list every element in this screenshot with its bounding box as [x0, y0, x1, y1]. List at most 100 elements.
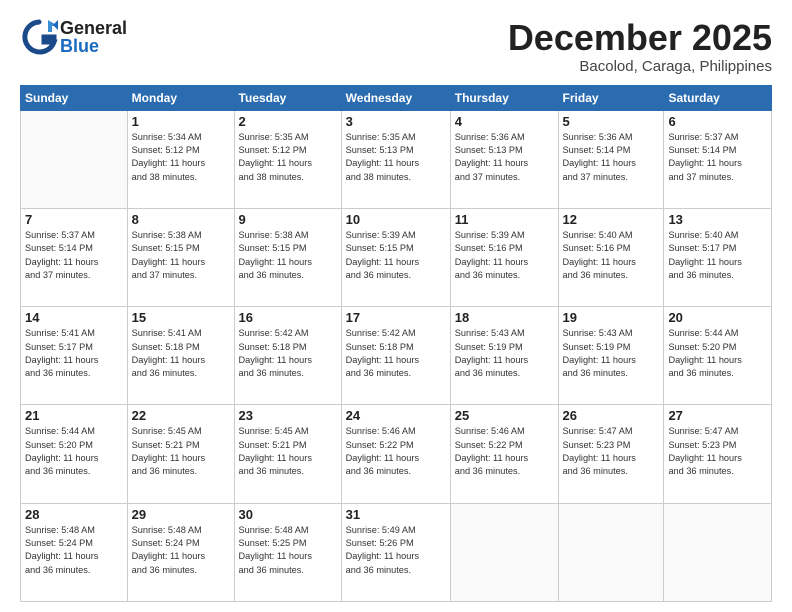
day-number: 27	[668, 408, 767, 423]
day-info: Sunrise: 5:44 AM Sunset: 5:20 PM Dayligh…	[25, 425, 123, 478]
calendar-cell: 20Sunrise: 5:44 AM Sunset: 5:20 PM Dayli…	[664, 307, 772, 405]
day-number: 16	[239, 310, 337, 325]
week-row: 1 Sunrise: 5:34 AM Sunset: 5:12 PM Daylig…	[21, 110, 772, 208]
day-info: Sunrise: 5:43 AM Sunset: 5:19 PM Dayligh…	[563, 327, 660, 380]
weekday-header-row: SundayMondayTuesdayWednesdayThursdayFrid…	[21, 85, 772, 110]
calendar-cell: 21 Sunrise: 5:44 AM Sunset: 5:20 PM Dayli…	[21, 405, 128, 503]
day-info: Sunrise: 5:38 AM Sunset: 5:15 PM Dayligh…	[239, 229, 337, 282]
calendar-cell: 17 Sunrise: 5:42 AM Sunset: 5:18 PM Dayli…	[341, 307, 450, 405]
day-info: Sunrise: 5:49 AM Sunset: 5:26 PM Dayligh…	[346, 524, 446, 577]
location: Bacolod, Caraga, Philippines	[508, 58, 772, 75]
day-info: Sunrise: 5:43 AM Sunset: 5:19 PM Dayligh…	[455, 327, 554, 380]
week-row: 28 Sunrise: 5:48 AM Sunset: 5:24 PM Dayli…	[21, 503, 772, 601]
day-info: Sunrise: 5:45 AM Sunset: 5:21 PM Dayligh…	[132, 425, 230, 478]
calendar-cell: 23 Sunrise: 5:45 AM Sunset: 5:21 PM Dayli…	[234, 405, 341, 503]
day-number: 3	[346, 114, 446, 129]
calendar-cell: 29 Sunrise: 5:48 AM Sunset: 5:24 PM Dayli…	[127, 503, 234, 601]
calendar-cell: 27 Sunrise: 5:47 AM Sunset: 5:23 PM Dayli…	[664, 405, 772, 503]
calendar-cell: 6Sunrise: 5:37 AM Sunset: 5:14 PM Daylig…	[664, 110, 772, 208]
weekday-header: Wednesday	[341, 85, 450, 110]
calendar-cell: 2Sunrise: 5:35 AM Sunset: 5:12 PM Daylig…	[234, 110, 341, 208]
day-number: 11	[455, 212, 554, 227]
day-number: 13	[668, 212, 767, 227]
calendar-cell: 13 Sunrise: 5:40 AM Sunset: 5:17 PM Dayli…	[664, 208, 772, 306]
weekday-header: Friday	[558, 85, 664, 110]
calendar-cell: 11 Sunrise: 5:39 AM Sunset: 5:16 PM Dayli…	[450, 208, 558, 306]
calendar-cell	[21, 110, 128, 208]
day-number: 17	[346, 310, 446, 325]
calendar-cell: 12 Sunrise: 5:40 AM Sunset: 5:16 PM Dayli…	[558, 208, 664, 306]
calendar-cell: 26Sunrise: 5:47 AM Sunset: 5:23 PM Dayli…	[558, 405, 664, 503]
logo: General Blue	[20, 18, 127, 56]
day-info: Sunrise: 5:48 AM Sunset: 5:25 PM Dayligh…	[239, 524, 337, 577]
calendar-cell: 22 Sunrise: 5:45 AM Sunset: 5:21 PM Dayli…	[127, 405, 234, 503]
day-number: 25	[455, 408, 554, 423]
day-number: 1	[132, 114, 230, 129]
title-block: December 2025 Bacolod, Caraga, Philippin…	[508, 18, 772, 75]
calendar-cell: 10 Sunrise: 5:39 AM Sunset: 5:15 PM Dayli…	[341, 208, 450, 306]
calendar-cell: 30 Sunrise: 5:48 AM Sunset: 5:25 PM Dayli…	[234, 503, 341, 601]
day-info: Sunrise: 5:39 AM Sunset: 5:15 PM Dayligh…	[346, 229, 446, 282]
week-row: 14Sunrise: 5:41 AM Sunset: 5:17 PM Dayli…	[21, 307, 772, 405]
weekday-header: Monday	[127, 85, 234, 110]
month-title: December 2025	[508, 18, 772, 58]
calendar-cell: 3 Sunrise: 5:35 AM Sunset: 5:13 PM Daylig…	[341, 110, 450, 208]
calendar-body: 1 Sunrise: 5:34 AM Sunset: 5:12 PM Daylig…	[21, 110, 772, 601]
day-info: Sunrise: 5:38 AM Sunset: 5:15 PM Dayligh…	[132, 229, 230, 282]
day-info: Sunrise: 5:36 AM Sunset: 5:14 PM Dayligh…	[563, 131, 660, 184]
calendar-cell: 31Sunrise: 5:49 AM Sunset: 5:26 PM Dayli…	[341, 503, 450, 601]
day-number: 9	[239, 212, 337, 227]
calendar-cell	[664, 503, 772, 601]
calendar-cell: 28Sunrise: 5:48 AM Sunset: 5:24 PM Dayli…	[21, 503, 128, 601]
calendar-cell: 16Sunrise: 5:42 AM Sunset: 5:18 PM Dayli…	[234, 307, 341, 405]
day-number: 21	[25, 408, 123, 423]
calendar-cell	[450, 503, 558, 601]
header: General Blue December 2025 Bacolod, Cara…	[20, 18, 772, 75]
day-number: 26	[563, 408, 660, 423]
day-info: Sunrise: 5:35 AM Sunset: 5:12 PM Dayligh…	[239, 131, 337, 184]
day-info: Sunrise: 5:34 AM Sunset: 5:12 PM Dayligh…	[132, 131, 230, 184]
day-info: Sunrise: 5:45 AM Sunset: 5:21 PM Dayligh…	[239, 425, 337, 478]
calendar-cell: 15 Sunrise: 5:41 AM Sunset: 5:18 PM Dayli…	[127, 307, 234, 405]
day-number: 23	[239, 408, 337, 423]
day-number: 18	[455, 310, 554, 325]
weekday-header: Tuesday	[234, 85, 341, 110]
calendar-cell: 19Sunrise: 5:43 AM Sunset: 5:19 PM Dayli…	[558, 307, 664, 405]
day-number: 5	[563, 114, 660, 129]
day-info: Sunrise: 5:47 AM Sunset: 5:23 PM Dayligh…	[668, 425, 767, 478]
day-info: Sunrise: 5:37 AM Sunset: 5:14 PM Dayligh…	[25, 229, 123, 282]
day-number: 4	[455, 114, 554, 129]
calendar-cell: 1 Sunrise: 5:34 AM Sunset: 5:12 PM Daylig…	[127, 110, 234, 208]
day-number: 28	[25, 507, 123, 522]
day-number: 15	[132, 310, 230, 325]
day-number: 12	[563, 212, 660, 227]
day-info: Sunrise: 5:41 AM Sunset: 5:18 PM Dayligh…	[132, 327, 230, 380]
calendar-cell: 14Sunrise: 5:41 AM Sunset: 5:17 PM Dayli…	[21, 307, 128, 405]
calendar-cell	[558, 503, 664, 601]
calendar-cell: 8 Sunrise: 5:38 AM Sunset: 5:15 PM Daylig…	[127, 208, 234, 306]
day-info: Sunrise: 5:35 AM Sunset: 5:13 PM Dayligh…	[346, 131, 446, 184]
day-number: 7	[25, 212, 123, 227]
week-row: 21 Sunrise: 5:44 AM Sunset: 5:20 PM Dayli…	[21, 405, 772, 503]
day-info: Sunrise: 5:46 AM Sunset: 5:22 PM Dayligh…	[455, 425, 554, 478]
day-number: 22	[132, 408, 230, 423]
day-number: 10	[346, 212, 446, 227]
day-info: Sunrise: 5:48 AM Sunset: 5:24 PM Dayligh…	[132, 524, 230, 577]
page: General Blue December 2025 Bacolod, Cara…	[0, 0, 792, 612]
calendar-cell: 9 Sunrise: 5:38 AM Sunset: 5:15 PM Daylig…	[234, 208, 341, 306]
week-row: 7 Sunrise: 5:37 AM Sunset: 5:14 PM Daylig…	[21, 208, 772, 306]
calendar-cell: 18 Sunrise: 5:43 AM Sunset: 5:19 PM Dayli…	[450, 307, 558, 405]
day-info: Sunrise: 5:42 AM Sunset: 5:18 PM Dayligh…	[346, 327, 446, 380]
weekday-header: Saturday	[664, 85, 772, 110]
day-number: 29	[132, 507, 230, 522]
day-info: Sunrise: 5:40 AM Sunset: 5:16 PM Dayligh…	[563, 229, 660, 282]
day-info: Sunrise: 5:40 AM Sunset: 5:17 PM Dayligh…	[668, 229, 767, 282]
calendar-cell: 7 Sunrise: 5:37 AM Sunset: 5:14 PM Daylig…	[21, 208, 128, 306]
day-info: Sunrise: 5:37 AM Sunset: 5:14 PM Dayligh…	[668, 131, 767, 184]
logo-general: General	[60, 19, 127, 37]
day-info: Sunrise: 5:39 AM Sunset: 5:16 PM Dayligh…	[455, 229, 554, 282]
day-number: 24	[346, 408, 446, 423]
day-number: 8	[132, 212, 230, 227]
calendar-cell: 5 Sunrise: 5:36 AM Sunset: 5:14 PM Daylig…	[558, 110, 664, 208]
day-number: 30	[239, 507, 337, 522]
